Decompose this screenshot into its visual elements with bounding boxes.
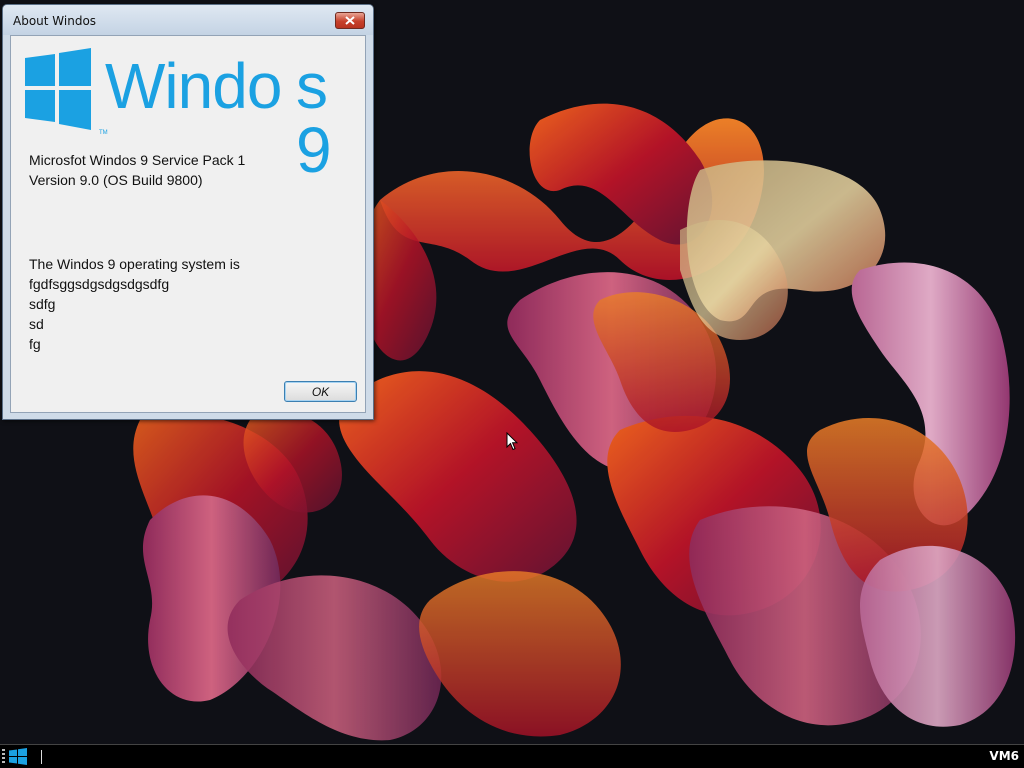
windows-logo: TM Windo s 9	[23, 46, 363, 182]
close-icon	[345, 16, 355, 25]
taskbar-input-caret[interactable]	[41, 750, 42, 764]
windows-logo-icon	[25, 48, 91, 130]
windows-logo-icon	[9, 748, 27, 765]
description-line: fg	[29, 336, 41, 352]
dialog-title: About Windos	[13, 14, 97, 28]
vm-label: VM6	[989, 749, 1019, 763]
product-line: Microsfot Windos 9 Service Pack 1	[29, 152, 246, 168]
close-button[interactable]	[335, 12, 365, 29]
trademark-mark: TM	[99, 130, 108, 136]
description-line: fgdfsggsdgsdgsdgsdfg	[29, 276, 170, 292]
mouse-cursor-icon	[506, 432, 518, 451]
taskbar: VM6	[0, 744, 1024, 768]
description-line: sd	[29, 316, 44, 332]
start-button[interactable]	[9, 748, 27, 765]
ok-button[interactable]: OK	[284, 381, 357, 402]
brand-version: s 9	[296, 50, 332, 186]
version-line: Version 9.0 (OS Build 9800)	[29, 172, 203, 188]
dialog-content: TM Windo s 9 Microsfot Windos 9 Service …	[10, 35, 366, 413]
description-line: The Windos 9 operating system is	[29, 256, 240, 272]
title-bar[interactable]: About Windos	[3, 5, 373, 35]
brand-name: Windo	[105, 50, 282, 122]
about-dialog: About Windos TM Windo s 9 Microsfot Wind…	[2, 4, 374, 420]
desktop: About Windos TM Windo s 9 Microsfot Wind…	[0, 0, 1024, 768]
taskbar-grip[interactable]	[2, 749, 5, 765]
description-line: sdfg	[29, 296, 56, 312]
